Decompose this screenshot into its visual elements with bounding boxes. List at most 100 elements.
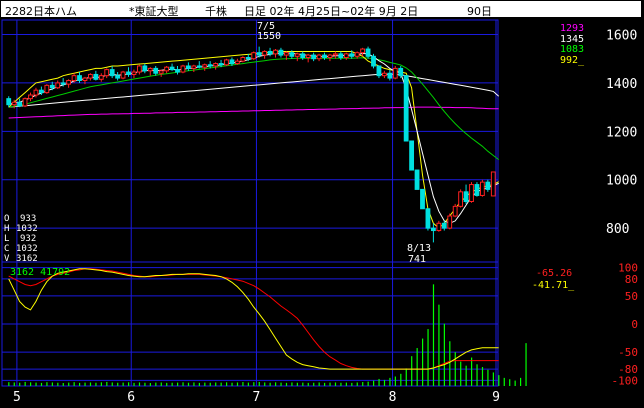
volume-bar (411, 356, 413, 386)
volume-bar (356, 382, 358, 386)
candle-body (44, 84, 50, 94)
unit-label: 千株 (205, 5, 227, 18)
candle-body (403, 75, 409, 142)
volume-bar (209, 382, 211, 386)
volume-bar (160, 382, 162, 386)
candle-body (55, 82, 61, 89)
candle-body (169, 66, 175, 71)
volume-bar (443, 323, 445, 386)
candle-body (245, 57, 251, 60)
volume-bar (149, 383, 151, 386)
candlesticks (6, 46, 496, 243)
ma-xlong-line (8, 106, 499, 119)
price-tick-label: 1000 (606, 174, 637, 189)
candle-body (365, 48, 371, 57)
candle-body (28, 94, 33, 100)
candle-body (343, 53, 349, 59)
candle-body (376, 65, 382, 77)
candle-body (240, 57, 246, 62)
volume-bar (215, 382, 217, 386)
candle-body (142, 65, 148, 72)
volume-bar (40, 382, 43, 386)
volume-bar (187, 382, 190, 386)
legend-value-4: 992_ (560, 55, 585, 66)
candle-body (77, 75, 82, 82)
volume-bar (449, 341, 451, 386)
days-label: 90日 (467, 5, 492, 18)
axis-labels: 800100012001400160010080500-50-80-1005 6 7… (13, 29, 638, 405)
volume-value: 3162 (16, 254, 38, 264)
volume-bar (269, 382, 271, 386)
candle-body (120, 71, 126, 79)
month-tick-label: 7 (253, 390, 261, 405)
volume-bar (62, 383, 64, 386)
volume-bar (264, 382, 266, 386)
volume-bar (492, 372, 494, 386)
market-label: *東証大型 (129, 5, 179, 18)
candle-body (49, 84, 55, 89)
volume-bar (79, 382, 81, 386)
candle-body (136, 65, 142, 73)
candle-body (463, 191, 469, 203)
volume-bar (498, 375, 500, 386)
candle-body (294, 53, 300, 57)
candle-body (322, 54, 327, 59)
candle-body (458, 191, 464, 207)
candle-body (349, 53, 355, 57)
candle-body (392, 67, 398, 79)
candle-body (202, 64, 208, 68)
volume-bar (177, 382, 179, 386)
close-value: 1032 (16, 244, 38, 254)
volume-bar (84, 382, 86, 386)
candle-body (305, 54, 311, 59)
osc-red-line (8, 268, 499, 370)
candle-body (11, 101, 17, 106)
volume-bar (166, 382, 168, 386)
volume-bar (520, 377, 522, 386)
period-label: 日足 02年 4月25日~02年 9月 2日 (244, 5, 419, 18)
candle-body (289, 52, 295, 57)
volume-bar (24, 381, 26, 386)
osc-tick-label: 50 (625, 290, 638, 303)
volume-bar (100, 382, 102, 386)
volume-bar (275, 382, 277, 386)
candle-body (87, 73, 93, 79)
candle-body (66, 80, 72, 85)
ma-yellow-line (8, 51, 499, 229)
legend-value-3: 1083 (560, 44, 584, 55)
candle-body (425, 208, 431, 229)
candle-body (338, 53, 344, 59)
candle-body (283, 52, 289, 56)
candle-body (175, 69, 180, 73)
month-tick-label: 8 (389, 390, 397, 405)
candle-body (93, 73, 99, 80)
candle-body (327, 54, 333, 59)
candle-body (300, 53, 306, 59)
volume-bar (460, 361, 462, 386)
stock-chart: 800100012001400160010080500-50-80-1005 6 7… (1, 19, 638, 405)
candle-body (6, 98, 12, 106)
candle-body (229, 59, 235, 65)
volume-bar (231, 382, 233, 386)
volume-bar (394, 376, 396, 386)
osc-legend-left: 3162 41792 (10, 267, 70, 278)
volume-bar (427, 329, 429, 386)
volume-bar (89, 382, 92, 386)
candle-body (381, 72, 387, 77)
volume-bar (193, 382, 195, 386)
volume-bar (280, 382, 282, 386)
volume-bar (432, 284, 435, 386)
candle-body (409, 140, 415, 171)
candle-body (224, 59, 229, 66)
candle-body (115, 75, 121, 79)
open-value: 933 (20, 214, 36, 224)
stock-code-name: 2282日本ハム (5, 5, 77, 18)
candle-body (273, 49, 278, 55)
volume-bar (367, 381, 369, 386)
month-tick-label: 5 (13, 390, 21, 405)
candle-body (147, 67, 153, 72)
volume-bar (242, 382, 244, 386)
volume-bar (204, 382, 206, 386)
volume-bar (144, 382, 146, 386)
volume-bar (313, 382, 315, 386)
